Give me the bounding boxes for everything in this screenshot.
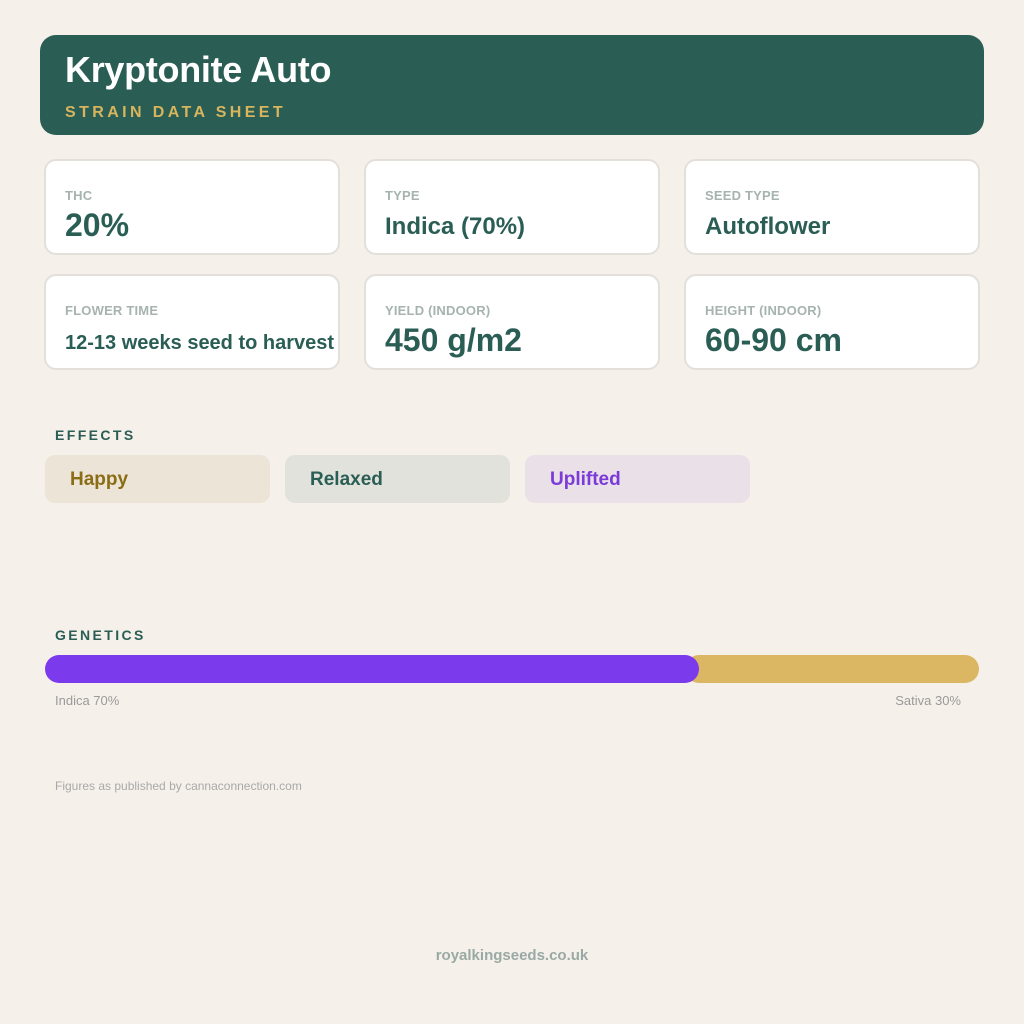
genetics-heading: GENETICS [55, 627, 146, 643]
stat-label: YIELD (INDOOR) [385, 303, 491, 318]
stat-value: 20% [65, 207, 130, 243]
stat-value: Autoflower [705, 213, 831, 240]
stat-label: FLOWER TIME [65, 303, 159, 318]
stat-card-yield: YIELD (INDOOR) 450 g/m2 [364, 274, 660, 370]
effect-chip-label: Relaxed [310, 469, 383, 490]
stat-label: TYPE [385, 188, 420, 203]
stat-card-height: HEIGHT (INDOOR) 60-90 cm [684, 274, 980, 370]
stat-label: THC [65, 188, 93, 203]
stat-label: HEIGHT (INDOOR) [705, 303, 822, 318]
header-banner: Kryptonite Auto STRAIN DATA SHEET [40, 35, 984, 135]
stat-card-type: TYPE Indica (70%) [364, 159, 660, 255]
indica-label: Indica 70% [55, 693, 120, 708]
stat-card-seed-type: SEED TYPE Autoflower [684, 159, 980, 255]
stat-value: 450 g/m2 [385, 322, 522, 358]
source-note: Figures as published by cannaconnection.… [55, 779, 302, 793]
strain-title: Kryptonite Auto [65, 49, 332, 90]
sativa-segment [685, 655, 979, 683]
stat-label: SEED TYPE [705, 188, 780, 203]
effect-chip-happy: Happy [45, 455, 270, 503]
effect-chip-uplifted: Uplifted [525, 455, 750, 503]
indica-segment [45, 655, 699, 683]
effects-heading: EFFECTS [55, 427, 136, 443]
effect-chip-label: Uplifted [550, 469, 621, 490]
strain-data-sheet: Kryptonite Auto STRAIN DATA SHEET THC 20… [0, 0, 1024, 1024]
stat-card-flower-time: FLOWER TIME 12-13 weeks seed to harvest [44, 274, 340, 370]
genetics-bar [45, 655, 979, 683]
stat-value: 60-90 cm [705, 322, 842, 358]
stat-card-thc: THC 20% [44, 159, 340, 255]
sheet-subtitle: STRAIN DATA SHEET [65, 104, 287, 121]
footer-site: royalkingseeds.co.uk [435, 947, 589, 964]
stat-value: Indica (70%) [385, 213, 526, 240]
effect-chip-label: Happy [70, 469, 129, 490]
sativa-label: Sativa 30% [895, 693, 961, 708]
effect-chip-relaxed: Relaxed [285, 455, 510, 503]
stat-value: 12-13 weeks seed to harvest [65, 332, 335, 354]
